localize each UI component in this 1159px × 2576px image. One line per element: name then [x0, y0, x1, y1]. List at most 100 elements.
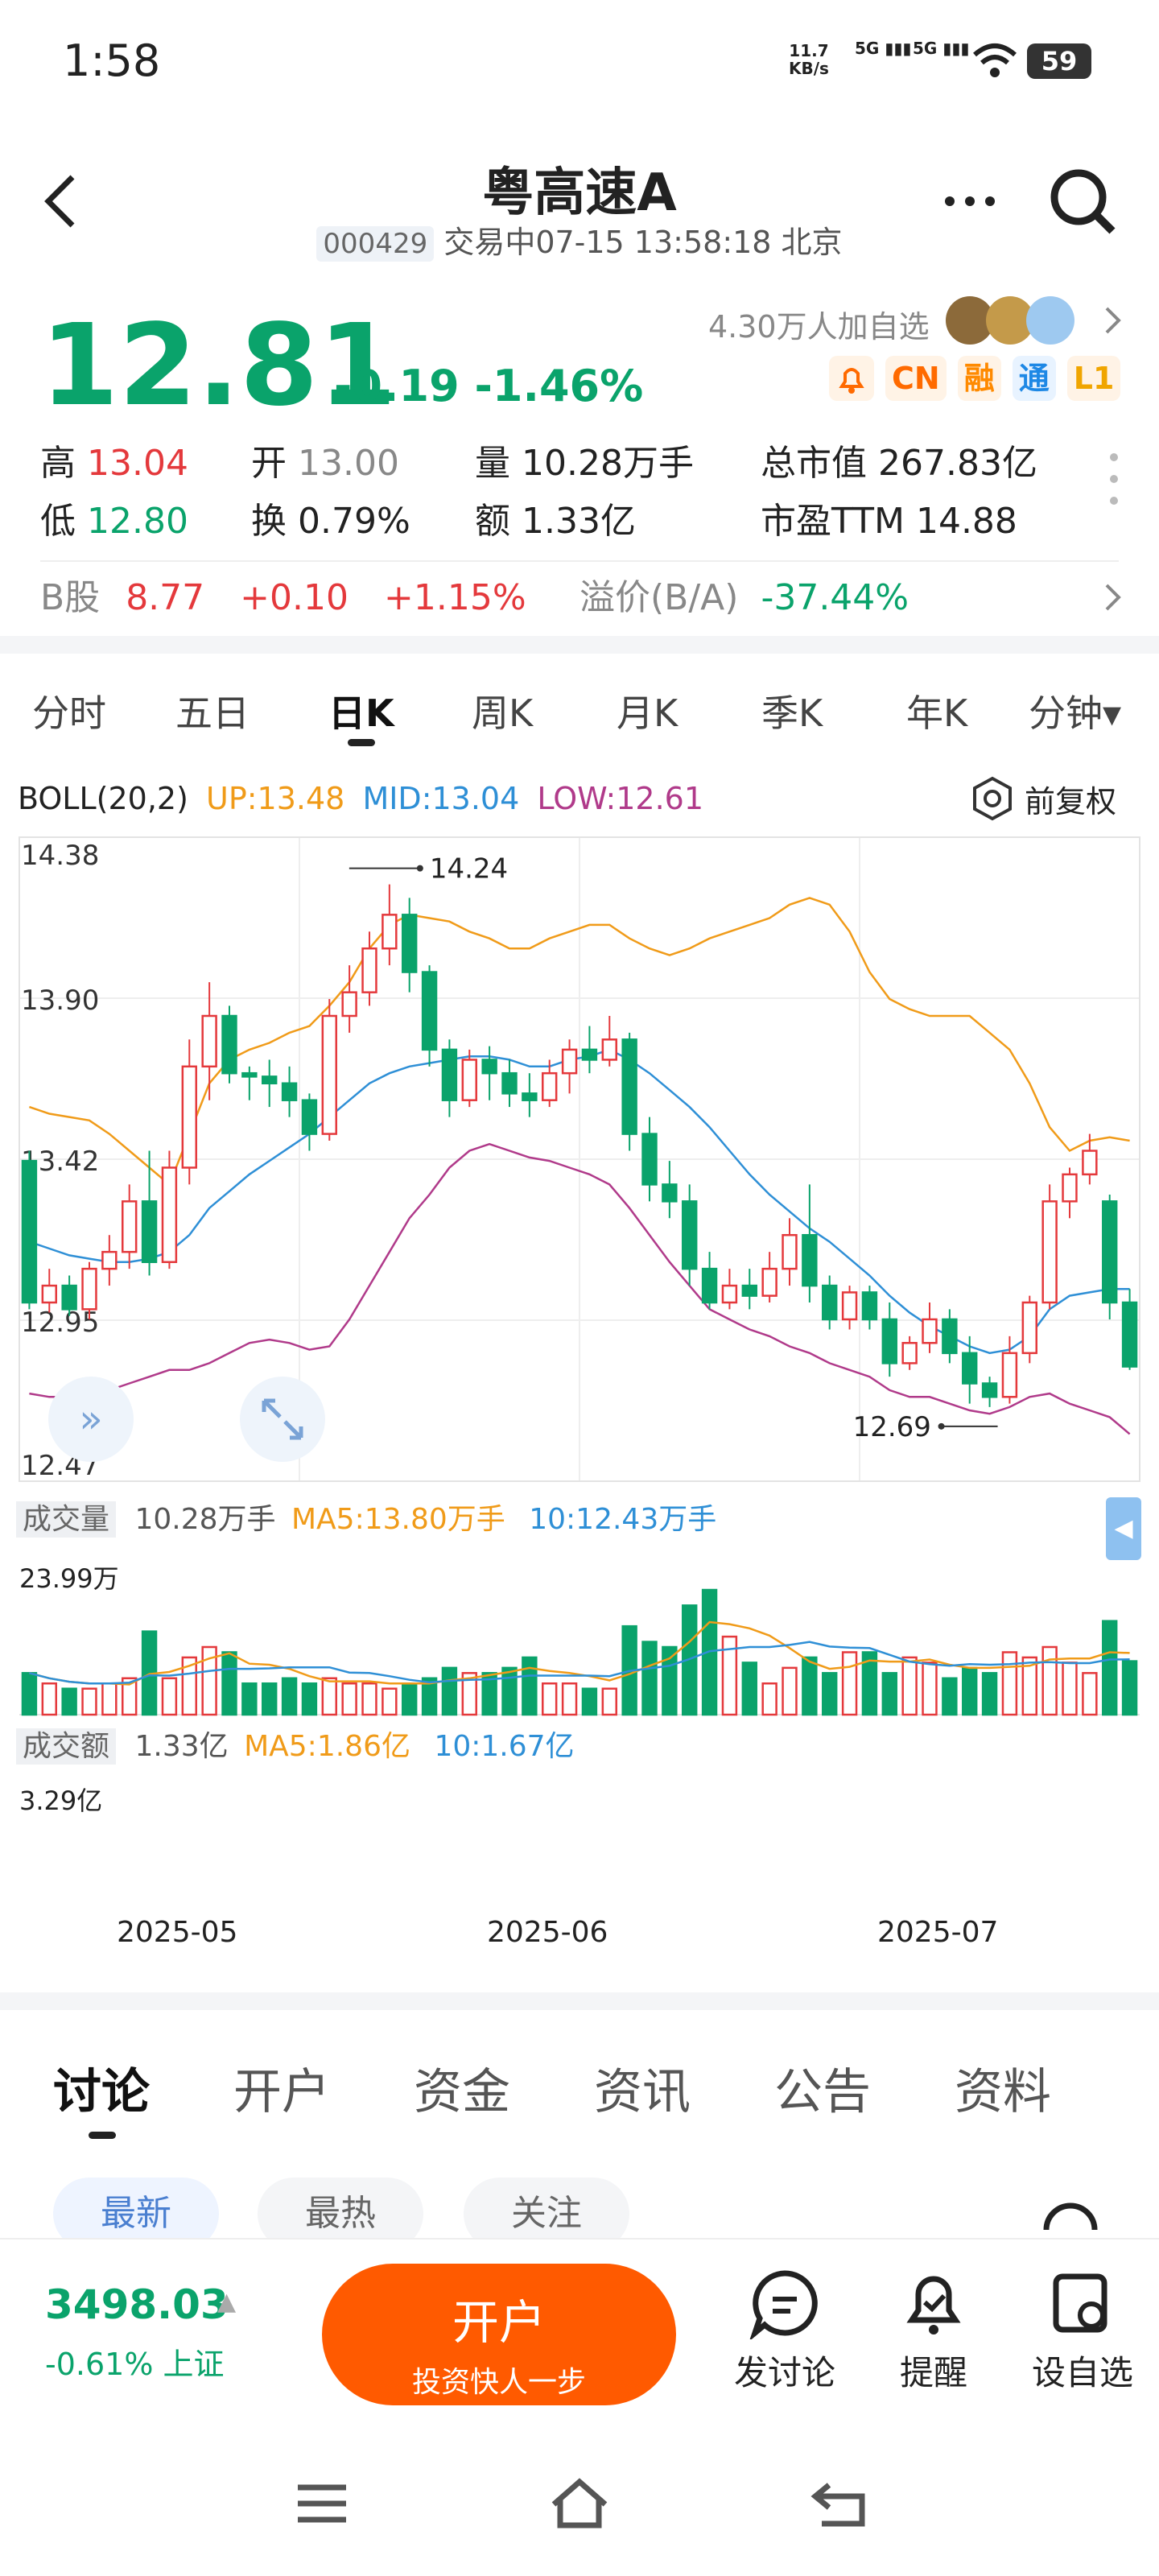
search-icon[interactable] — [1046, 165, 1119, 237]
bell-icon[interactable] — [829, 356, 874, 401]
candle — [61, 1284, 77, 1311]
min-dot — [938, 1422, 945, 1430]
badge-cn[interactable]: CN — [885, 356, 947, 401]
candle — [662, 1183, 678, 1203]
volume-bar — [641, 1641, 658, 1716]
tab-profile[interactable]: 资料 — [955, 2053, 1051, 2123]
index-value[interactable]: 3498.03 — [45, 2281, 229, 2328]
candle — [782, 1233, 798, 1270]
more-icon[interactable] — [942, 193, 998, 209]
volume-bar — [1062, 1662, 1078, 1716]
tab-five-day[interactable]: 五日 — [175, 684, 250, 737]
volume-label: 成交量 — [16, 1501, 117, 1538]
candle — [122, 1200, 138, 1253]
candle — [21, 1159, 38, 1304]
stat-high-label: 高 — [40, 443, 76, 484]
volume-bar — [1041, 1645, 1058, 1716]
volume-value: 10.28万手 — [134, 1503, 276, 1536]
vertical-more-icon[interactable] — [1109, 451, 1119, 507]
tab-indicator — [89, 2132, 116, 2139]
candle — [861, 1291, 878, 1321]
volume-bar — [822, 1672, 838, 1716]
premium-value: -37.44% — [761, 577, 909, 618]
signal-label-2: 5G — [913, 39, 938, 58]
volume-bar — [21, 1672, 38, 1716]
tab-account[interactable]: 开户 — [233, 2053, 330, 2123]
tab-weekly-k[interactable]: 周K — [472, 684, 533, 737]
premium-row[interactable]: 溢价(B/A) -37.44% — [580, 570, 909, 626]
index-change[interactable]: -0.61% 上证 — [45, 2339, 225, 2384]
badge-connect[interactable]: 通 — [1012, 356, 1056, 401]
tab-quarterly-k[interactable]: 季K — [761, 684, 823, 737]
tab-minute[interactable]: 分钟▾ — [1029, 684, 1121, 737]
change-value: -0.19 — [334, 361, 460, 411]
post-discussion-label: 发讨论 — [733, 2353, 835, 2392]
stat-low: 12.80 — [87, 501, 188, 542]
wifi-icon — [973, 43, 1017, 77]
amount-legend: 成交额 1.33亿 MA5:1.86亿 10:1.67亿 — [16, 1723, 575, 1765]
badge-l1[interactable]: L1 — [1066, 356, 1121, 401]
post-discussion-button[interactable]: 发讨论 — [724, 2267, 845, 2395]
volume-bar — [922, 1662, 938, 1716]
stat-pe-label: 市盈TTM — [761, 501, 905, 542]
candle — [761, 1267, 777, 1297]
volume-bar — [662, 1645, 678, 1716]
section-gap — [0, 1992, 1159, 2010]
alarm-check-icon — [906, 2276, 961, 2334]
collapse-arrow-icon[interactable]: ◀ — [1106, 1497, 1141, 1560]
add-watchlist-label: 设自选 — [1031, 2353, 1133, 2392]
y-tick-label: 12.95 — [21, 1307, 99, 1339]
candle — [522, 1092, 538, 1101]
volume-bar — [81, 1687, 97, 1716]
candle — [181, 1065, 197, 1169]
candle — [241, 1071, 258, 1078]
stat-amt-label: 额 — [475, 501, 510, 542]
expand-panel-icon[interactable]: » — [48, 1377, 134, 1462]
chart-period-tabs: 分时 五日 日K 周K 月K 季K 年K 分钟▾ — [0, 660, 1159, 757]
fullscreen-icon[interactable] — [240, 1377, 325, 1462]
tab-monthly-k[interactable]: 月K — [617, 684, 678, 737]
candle — [81, 1267, 97, 1311]
menu-icon[interactable] — [294, 2479, 350, 2528]
watchlist-gear-icon — [1053, 2273, 1107, 2333]
watchers-count[interactable]: 4.30万人加自选 — [708, 302, 930, 346]
candle — [901, 1342, 918, 1364]
chart-canvas[interactable]: 14.3813.9013.4212.9512.4714.2412.69 — [0, 829, 1159, 1779]
avatar — [1026, 296, 1074, 345]
home-icon[interactable] — [547, 2475, 612, 2532]
b-pct: +1.15% — [384, 577, 526, 618]
tab-discussion[interactable]: 讨论 — [53, 2053, 150, 2123]
volume-bar — [341, 1682, 357, 1716]
candle — [1001, 1352, 1018, 1398]
tab-daily-k[interactable]: 日K — [328, 684, 394, 737]
remind-button[interactable]: 提醒 — [873, 2267, 994, 2395]
remind-label: 提醒 — [899, 2353, 967, 2392]
speed-unit: KB/s — [789, 59, 829, 78]
b-share-row[interactable]: B股 8.77 +0.10 +1.15% — [40, 570, 526, 626]
tab-intraday[interactable]: 分时 — [32, 684, 106, 737]
badge-margin[interactable]: 融 — [957, 356, 1001, 401]
badge-row: CN 融 通 L1 — [829, 356, 1121, 401]
candle — [682, 1200, 698, 1270]
candle — [822, 1284, 838, 1321]
back-icon[interactable] — [809, 2475, 873, 2532]
chevron-right-icon[interactable] — [1103, 581, 1123, 613]
chevron-right-icon[interactable] — [1103, 304, 1123, 336]
tab-announcements[interactable]: 公告 — [774, 2053, 871, 2123]
volume-bar — [981, 1672, 998, 1716]
adjust-toggle[interactable]: 前复权 — [970, 776, 1116, 821]
open-account-button[interactable]: 开户 投资快人一步 — [322, 2264, 676, 2405]
candle — [262, 1075, 278, 1085]
stat-low-label: 低 — [40, 501, 76, 542]
avatars-group[interactable] — [946, 296, 1107, 345]
tab-funds[interactable]: 资金 — [414, 2053, 510, 2123]
b-change: +0.10 — [240, 577, 349, 618]
tab-yearly-k[interactable]: 年K — [906, 684, 967, 737]
volume-legend: 成交量 10.28万手 MA5:13.80万手 10:12.43万手 — [16, 1496, 716, 1538]
add-watchlist-button[interactable]: 设自选 — [1022, 2267, 1143, 2395]
candle — [141, 1200, 158, 1263]
refresh-icon[interactable] — [1034, 2182, 1107, 2246]
tab-news[interactable]: 资讯 — [594, 2053, 691, 2123]
up-triangle-icon: ▲ — [217, 2288, 237, 2316]
open-account-sub: 投资快人一步 — [411, 2366, 586, 2399]
